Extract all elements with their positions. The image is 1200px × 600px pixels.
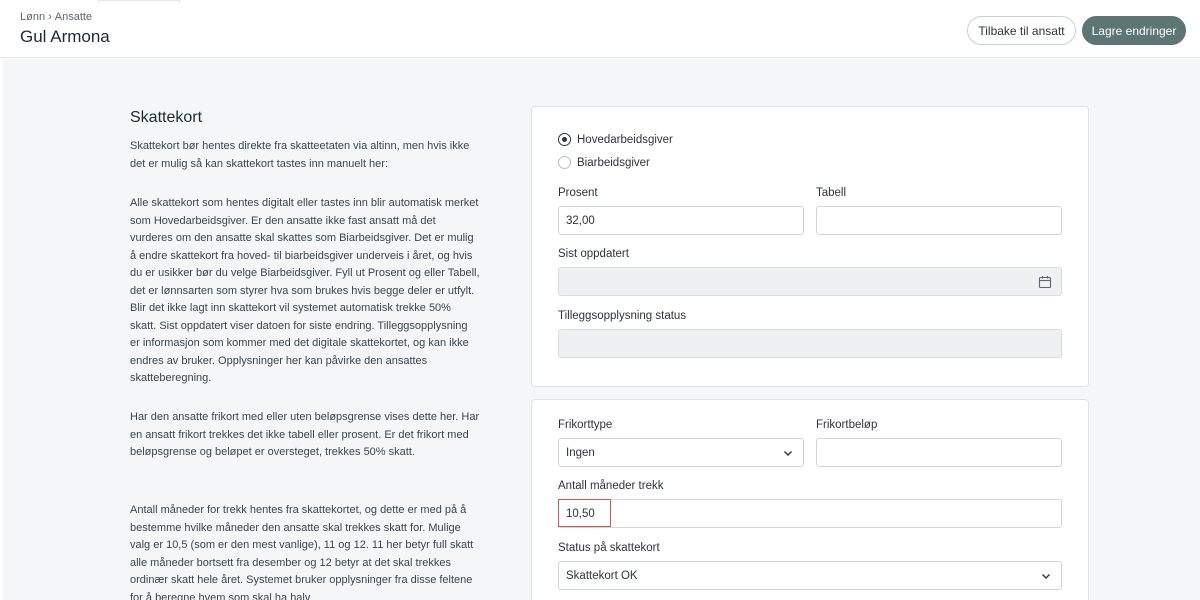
radio-unchecked-icon[interactable] — [558, 156, 571, 169]
tax-card-status-value: Skattekort OK — [566, 569, 638, 582]
last-updated-label: Sist oppdatert — [558, 248, 629, 260]
additional-info-status-label: Tilleggsopplysning status — [558, 310, 687, 322]
breadcrumb-current[interactable]: Ansatte — [55, 11, 92, 23]
save-changes-button[interactable]: Lagre endringer — [1082, 16, 1186, 45]
radio-label: Biarbeidsgiver — [577, 156, 650, 169]
percent-input[interactable]: 32,00 — [558, 206, 804, 235]
description-paragraph: Har den ansatte frikort med eller uten b… — [130, 411, 480, 458]
calendar-icon[interactable] — [1038, 275, 1052, 289]
radio-secondary-employer[interactable]: Biarbeidsgiver — [558, 156, 650, 169]
percent-label: Prosent — [558, 187, 598, 199]
tax-card-status-select[interactable]: Skattekort OK — [558, 561, 1062, 590]
section-title: Skattekort — [130, 109, 203, 126]
free-card-amount-label: Frikortbeløp — [816, 419, 878, 431]
months-deduction-input[interactable]: 10,50 — [558, 499, 1062, 528]
free-card-type-value: Ingen — [566, 446, 595, 459]
free-card-type-label: Frikorttype — [558, 419, 613, 431]
table-label: Tabell — [816, 187, 847, 199]
radio-main-employer[interactable]: Hovedarbeidsgiver — [558, 133, 673, 146]
back-to-employee-button[interactable]: Tilbake til ansatt — [967, 16, 1076, 45]
description-paragraph: Antall måneder for trekk hentes fra skat… — [130, 504, 474, 600]
last-updated-field — [558, 267, 1062, 296]
description-paragraph: Alle skattekort som hentes digitalt elle… — [130, 197, 480, 384]
additional-info-status-field — [558, 329, 1062, 358]
top-bar: Lønn › Ansatte Gul Armona Tilbake til ansa… — [0, 0, 1200, 58]
table-input[interactable] — [816, 206, 1062, 235]
months-deduction-label: Antall måneder trekk — [558, 480, 664, 492]
chevron-down-icon — [1042, 574, 1050, 579]
tab-indicator — [98, 0, 180, 3]
radio-checked-icon[interactable] — [558, 133, 571, 146]
free-card-amount-input[interactable] — [816, 438, 1062, 467]
description-paragraph: Skattekort bør hentes direkte fra skatte… — [130, 140, 470, 170]
page-title: Gul Armona — [20, 27, 110, 46]
breadcrumb: Lønn › Ansatte — [20, 11, 92, 23]
breadcrumb-separator: › — [48, 11, 52, 23]
breadcrumb-root[interactable]: Lønn — [20, 11, 45, 23]
tax-card-status-label: Status på skattekort — [558, 542, 660, 554]
radio-label: Hovedarbeidsgiver — [577, 133, 673, 146]
free-card-type-select[interactable]: Ingen — [558, 438, 804, 467]
chevron-down-icon — [784, 451, 792, 456]
